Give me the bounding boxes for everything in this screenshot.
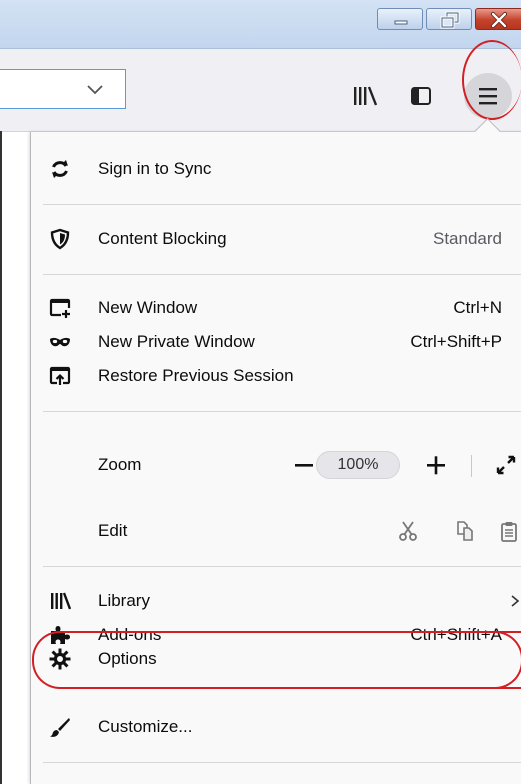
window-titlebar	[0, 0, 521, 49]
menu-separator	[43, 566, 521, 567]
copy-icon[interactable]	[454, 520, 476, 542]
paste-icon[interactable]	[499, 520, 519, 542]
restore-button[interactable]	[426, 8, 472, 30]
menu-item-restore-session[interactable]: Restore Previous Session	[31, 358, 521, 394]
menu-item-zoom: Zoom 100%	[31, 447, 521, 483]
menu-item-new-window[interactable]: New Window Ctrl+N	[31, 290, 521, 326]
close-icon	[491, 12, 507, 28]
zoom-in-button[interactable]	[421, 447, 451, 483]
sync-icon	[52, 160, 68, 178]
menu-button-highlight-ring	[462, 40, 521, 120]
cut-icon[interactable]	[397, 520, 419, 542]
menu-separator	[43, 762, 521, 763]
menu-item-label: Restore Previous Session	[98, 366, 294, 385]
menu-item-edit: Edit	[31, 513, 521, 549]
zoom-reset-button[interactable]: 100%	[316, 451, 400, 479]
options-highlight-ring	[32, 631, 521, 689]
menu-item-label: Library	[98, 591, 150, 610]
new-window-icon	[49, 298, 71, 318]
fullscreen-icon[interactable]	[496, 455, 516, 475]
sidebar-icon[interactable]	[410, 86, 432, 106]
menu-item-label: Content Blocking	[98, 229, 227, 248]
restore-session-icon	[49, 366, 71, 385]
menu-item-library[interactable]: Library	[31, 583, 521, 619]
minimize-button[interactable]	[377, 8, 423, 30]
menu-item-label: Zoom	[98, 455, 142, 474]
menu-item-content-blocking[interactable]: Content Blocking Standard	[31, 221, 521, 257]
navigation-toolbar	[0, 49, 521, 132]
keyboard-shortcut: Ctrl+N	[453, 298, 502, 317]
library-icon	[51, 592, 71, 610]
keyboard-shortcut: Ctrl+Shift+P	[410, 332, 502, 351]
menu-separator	[43, 204, 521, 205]
library-icon[interactable]	[352, 85, 378, 107]
window-frame-edge	[0, 131, 2, 784]
zoom-separator	[471, 455, 472, 477]
url-bar[interactable]	[0, 69, 126, 109]
menu-item-label: Customize...	[98, 717, 193, 736]
private-browsing-mask-icon	[50, 337, 70, 347]
zoom-out-button[interactable]	[289, 447, 319, 483]
shield-icon	[50, 228, 70, 250]
menu-item-label: Sign in to Sync	[98, 159, 212, 178]
chevron-down-icon[interactable]	[84, 80, 106, 98]
menu-item-label: New Private Window	[98, 332, 255, 351]
content-blocking-level: Standard	[433, 229, 502, 248]
menu-item-sign-in-sync[interactable]: Sign in to Sync	[31, 151, 521, 187]
menu-separator	[43, 411, 521, 412]
menu-item-label: New Window	[98, 298, 198, 317]
menu-item-customize[interactable]: Customize...	[31, 709, 521, 745]
menu-item-label: Edit	[98, 521, 128, 540]
restore-icon	[440, 11, 460, 29]
paintbrush-icon	[50, 718, 70, 737]
close-button[interactable]	[475, 8, 521, 30]
chevron-right-icon	[511, 595, 520, 607]
minimize-icon	[394, 20, 408, 25]
menu-separator	[43, 274, 521, 275]
menu-item-new-private-window[interactable]: New Private Window Ctrl+Shift+P	[31, 324, 521, 360]
